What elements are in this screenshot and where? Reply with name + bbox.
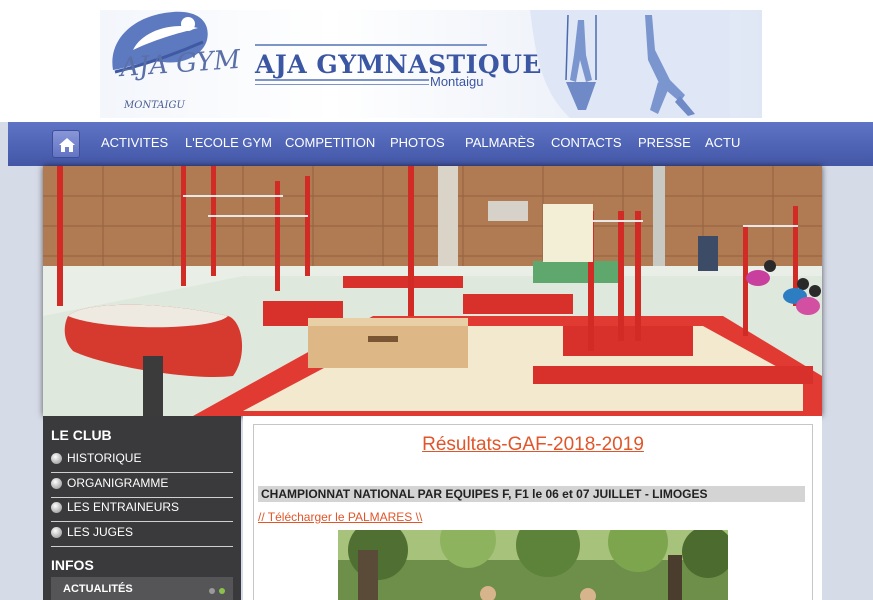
gymnasts-silhouette-icon: [530, 10, 730, 118]
nav-item-palmares[interactable]: PALMARÈS: [465, 135, 535, 150]
logo-subtitle: MONTAIGU: [124, 100, 185, 111]
download-palmares-link[interactable]: // Télécharger le PALMARES \\: [258, 510, 422, 524]
home-button[interactable]: [52, 130, 80, 158]
brand-rule: [255, 79, 429, 81]
nav-item-competition[interactable]: COMPETITION: [285, 135, 375, 150]
divider: [51, 546, 233, 547]
nav-item-actu[interactable]: ACTU: [705, 135, 740, 150]
sidebar-item-actualites[interactable]: ACTUALITÉS: [51, 577, 233, 600]
section-heading-bar: CHAMPIONNAT NATIONAL PAR EQUIPES F, F1 l…: [258, 486, 805, 502]
divider: [51, 472, 233, 473]
page-title[interactable]: Résultats-GAF-2018-2019: [253, 434, 813, 456]
home-icon: [59, 138, 75, 152]
indicator-dot-icon: [209, 588, 215, 594]
sidebar-heading-infos: INFOS: [51, 557, 94, 573]
nav-item-photos[interactable]: PHOTOS: [390, 135, 445, 150]
bullet-icon: [51, 478, 62, 489]
sidebar-item-entraineurs[interactable]: LES ENTRAINEURS: [51, 498, 233, 522]
main-nav: ACTIVITES L'ECOLE GYM COMPETITION PHOTOS…: [8, 122, 873, 166]
gym-hall-photo: [43, 166, 822, 416]
bullet-icon: [51, 502, 62, 513]
sidebar-item-label: HISTORIQUE: [67, 451, 142, 465]
bullet-icon: [51, 527, 62, 538]
sidebar-item-label: ORGANIGRAMME: [67, 476, 169, 490]
brand-rule: [255, 44, 487, 46]
nav-item-presse[interactable]: PRESSE: [638, 135, 691, 150]
divider: [51, 521, 233, 522]
nav-item-contacts[interactable]: CONTACTS: [551, 135, 622, 150]
section-heading: CHAMPIONNAT NATIONAL PAR EQUIPES F, F1 l…: [261, 487, 708, 501]
site-header: AJA GYM MONTAIGU AJA GYMNASTIQUE Montaig…: [0, 0, 873, 122]
nav-item-activites[interactable]: ACTIVITES: [101, 135, 168, 150]
sidebar-item-juges[interactable]: LES JUGES: [51, 523, 233, 547]
brand-rule: [255, 84, 429, 85]
indicator-dot-icon: [219, 588, 225, 594]
brand-location: Montaigu: [430, 74, 484, 89]
gym-hall-illustration: [43, 166, 822, 416]
brand-prefix: AJA: [255, 50, 308, 79]
brand-title: AJA GYMNASTIQUE: [255, 50, 542, 79]
sidebar-heading-club: LE CLUB: [51, 427, 112, 443]
sidebar-item-label: LES ENTRAINEURS: [67, 500, 180, 514]
sidebar-item-organigramme[interactable]: ORGANIGRAMME: [51, 474, 233, 498]
bullet-icon: [51, 453, 62, 464]
sidebar-item-label: LES JUGES: [67, 525, 134, 539]
sidebar-item-label: ACTUALITÉS: [63, 583, 133, 595]
team-photo: [338, 530, 728, 600]
sidebar-item-historique[interactable]: HISTORIQUE: [51, 449, 233, 473]
logo-text: AJA GYM: [119, 44, 242, 84]
team-photo-illustration: [338, 530, 728, 600]
nav-item-ecole-gym[interactable]: L'ECOLE GYM: [185, 135, 272, 150]
